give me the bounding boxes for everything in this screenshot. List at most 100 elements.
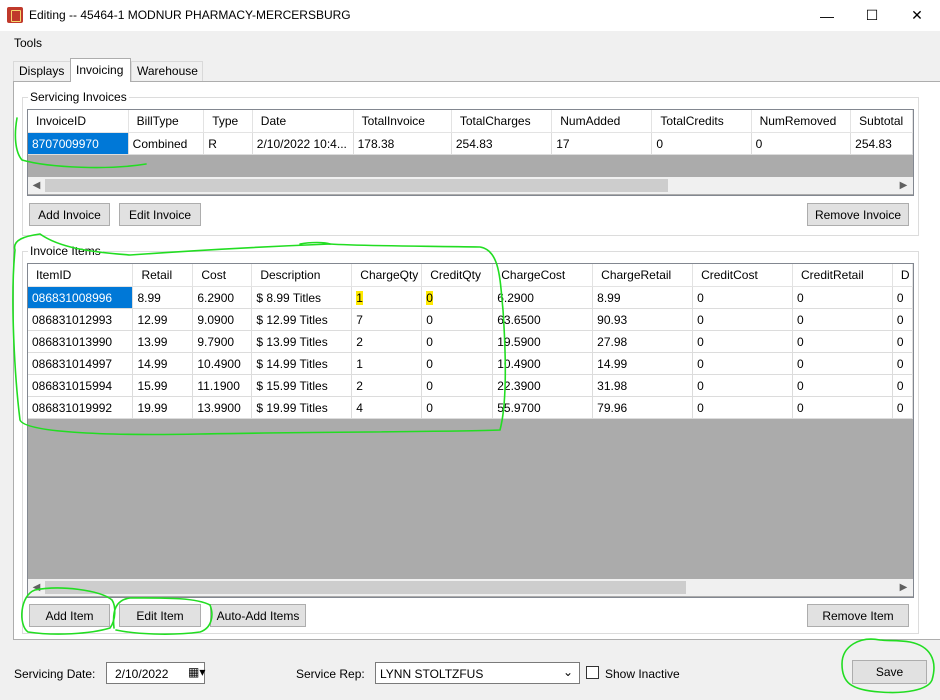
table-cell[interactable]: $ 8.99 Titles: [251, 286, 353, 309]
table-cell[interactable]: 086831015994: [28, 374, 134, 397]
edit-item-button[interactable]: Edit Item: [119, 604, 201, 627]
invoices-column-header[interactable]: TotalInvoice: [353, 110, 452, 133]
table-cell[interactable]: 0: [892, 352, 913, 375]
table-cell[interactable]: 8.99: [592, 286, 694, 309]
table-cell[interactable]: 63.6500: [492, 308, 594, 331]
table-cell[interactable]: 17: [551, 132, 653, 155]
table-cell[interactable]: 8707009970: [28, 132, 129, 155]
edit-invoice-button[interactable]: Edit Invoice: [119, 203, 201, 226]
tab-invoicing[interactable]: Invoicing: [70, 58, 131, 82]
table-cell[interactable]: 0: [792, 330, 893, 353]
table-cell[interactable]: 14.99: [592, 352, 694, 375]
table-cell[interactable]: 0: [421, 286, 494, 309]
table-cell[interactable]: 7: [351, 308, 423, 331]
table-row[interactable]: 086831012993 12.99 9.0900 $ 12.99 Titles 7 0 6…: [28, 308, 913, 331]
table-cell[interactable]: 086831012993: [28, 308, 134, 331]
table-cell[interactable]: 0: [692, 396, 793, 419]
table-cell[interactable]: 254.83: [451, 132, 553, 155]
table-cell[interactable]: 2/10/2022 10:4...: [252, 132, 354, 155]
table-cell[interactable]: 178.38: [353, 132, 452, 155]
menu-tools[interactable]: Tools: [14, 36, 42, 50]
table-cell[interactable]: 10.4900: [492, 352, 594, 375]
table-cell[interactable]: 2: [351, 374, 423, 397]
table-cell[interactable]: 0: [792, 308, 893, 331]
table-cell[interactable]: 6.2900: [492, 286, 594, 309]
table-row[interactable]: 086831019992 19.99 13.9900 $ 19.99 Titles 4 0…: [28, 396, 913, 419]
table-cell[interactable]: 9.0900: [192, 308, 253, 331]
add-invoice-button[interactable]: Add Invoice: [29, 203, 110, 226]
table-cell[interactable]: 0: [421, 374, 494, 397]
invoices-column-header[interactable]: TotalCredits: [651, 110, 752, 133]
tab-warehouse[interactable]: Warehouse: [131, 61, 203, 81]
table-cell[interactable]: 086831019992: [28, 396, 134, 419]
table-cell[interactable]: 086831013990: [28, 330, 134, 353]
table-cell[interactable]: 14.99: [132, 352, 194, 375]
table-cell[interactable]: 0: [692, 330, 793, 353]
table-cell[interactable]: 0: [792, 396, 893, 419]
invoices-grid[interactable]: InvoiceID BillType Type Date TotalInvoice Tot…: [27, 109, 914, 196]
items-column-header[interactable]: CreditCost: [692, 264, 793, 287]
table-cell[interactable]: 0: [421, 352, 494, 375]
table-cell[interactable]: 10.4900: [192, 352, 253, 375]
servicing-date-picker[interactable]: 2/10/2022 ▦▾: [106, 662, 205, 684]
tab-displays[interactable]: Displays: [13, 61, 72, 81]
table-cell[interactable]: 0: [692, 352, 793, 375]
table-cell[interactable]: R: [203, 132, 253, 155]
table-cell[interactable]: 0: [421, 396, 494, 419]
items-column-header[interactable]: ChargeQty: [351, 264, 423, 287]
table-cell[interactable]: 0: [692, 286, 793, 309]
table-cell[interactable]: $ 19.99 Titles: [251, 396, 353, 419]
items-column-header[interactable]: Cost: [192, 264, 253, 287]
table-cell[interactable]: 6.2900: [192, 286, 253, 309]
save-button[interactable]: Save: [852, 660, 927, 684]
scroll-left-icon[interactable]: ◀: [28, 177, 45, 194]
items-column-header[interactable]: Retail: [132, 264, 194, 287]
table-cell[interactable]: 31.98: [592, 374, 694, 397]
invoices-column-header[interactable]: Date: [252, 110, 354, 133]
table-cell[interactable]: 0: [421, 330, 494, 353]
table-cell[interactable]: 0: [421, 308, 494, 331]
table-cell[interactable]: $ 14.99 Titles: [251, 352, 353, 375]
table-cell[interactable]: 90.93: [592, 308, 694, 331]
chevron-down-icon[interactable]: ⌄: [563, 665, 573, 679]
items-column-header[interactable]: ChargeRetail: [592, 264, 694, 287]
table-cell[interactable]: 1: [351, 352, 423, 375]
calendar-icon[interactable]: ▦▾: [188, 665, 205, 679]
table-cell[interactable]: 55.9700: [492, 396, 594, 419]
table-cell[interactable]: 12.99: [132, 308, 194, 331]
table-cell[interactable]: 0: [892, 396, 913, 419]
table-cell[interactable]: 0: [692, 374, 793, 397]
show-inactive-checkbox[interactable]: [586, 666, 599, 679]
table-cell[interactable]: 19.5900: [492, 330, 594, 353]
items-column-header[interactable]: CreditRetail: [792, 264, 893, 287]
scroll-left-icon[interactable]: ◀: [28, 579, 45, 596]
table-cell[interactable]: Combined: [128, 132, 205, 155]
invoices-column-header[interactable]: Type: [203, 110, 253, 133]
invoices-column-header[interactable]: TotalCharges: [451, 110, 553, 133]
items-column-header[interactable]: ChargeCost: [492, 264, 594, 287]
invoices-hscrollbar[interactable]: ◀ ▶: [28, 177, 913, 194]
table-cell[interactable]: 0: [651, 132, 752, 155]
table-cell[interactable]: 11.1900: [192, 374, 253, 397]
close-button[interactable]: ✕: [894, 0, 940, 31]
scroll-thumb[interactable]: [45, 581, 686, 594]
table-cell[interactable]: 2: [351, 330, 423, 353]
remove-item-button[interactable]: Remove Item: [807, 604, 909, 627]
minimize-button[interactable]: —: [804, 0, 850, 31]
scroll-right-icon[interactable]: ▶: [895, 177, 912, 194]
table-cell[interactable]: 13.9900: [192, 396, 253, 419]
table-cell[interactable]: 086831014997: [28, 352, 134, 375]
items-grid[interactable]: ItemID Retail Cost Description ChargeQty Cred…: [27, 263, 914, 598]
table-cell[interactable]: $ 13.99 Titles: [251, 330, 353, 353]
table-row[interactable]: 086831014997 14.99 10.4900 $ 14.99 Titles 1 0…: [28, 352, 913, 375]
invoices-column-header[interactable]: BillType: [128, 110, 205, 133]
table-row[interactable]: 086831008996 8.99 6.2900 $ 8.99 Titles 1 0 6.2…: [28, 286, 913, 309]
table-cell[interactable]: $ 15.99 Titles: [251, 374, 353, 397]
table-row[interactable]: 086831013990 13.99 9.7900 $ 13.99 Titles 2 0 1…: [28, 330, 913, 353]
table-cell[interactable]: 0: [892, 308, 913, 331]
table-cell[interactable]: 9.7900: [192, 330, 253, 353]
items-column-header[interactable]: D: [892, 264, 913, 287]
table-cell[interactable]: 0: [792, 374, 893, 397]
table-cell[interactable]: 0: [792, 286, 893, 309]
table-cell[interactable]: 13.99: [132, 330, 194, 353]
